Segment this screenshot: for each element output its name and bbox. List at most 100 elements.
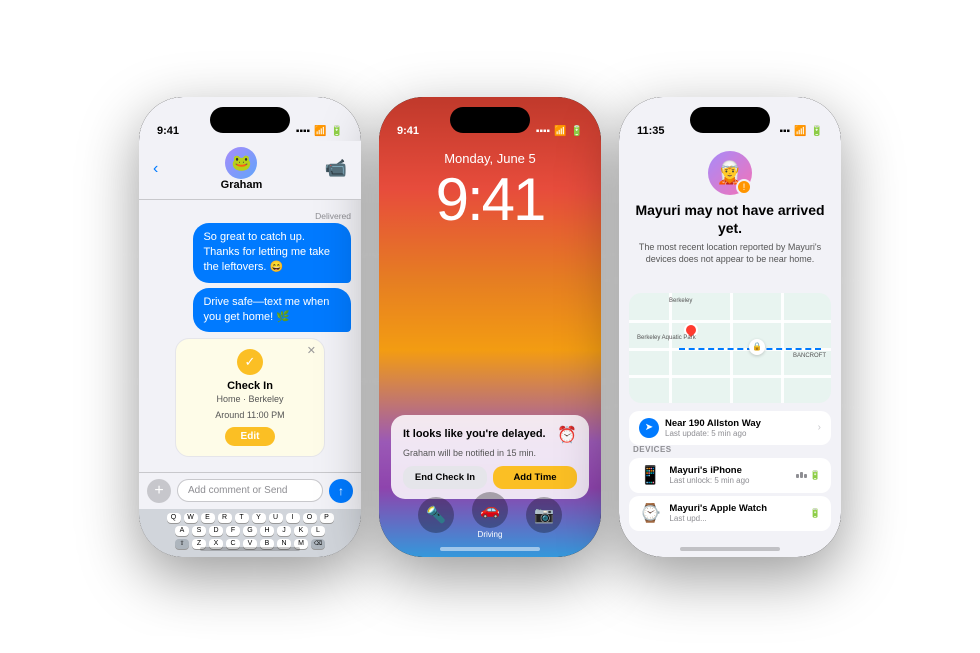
location-name: Near 190 Allston Way [665, 418, 761, 429]
video-call-button[interactable]: 📹 [325, 158, 347, 179]
status-icons: ▪▪▪▪ 📶 🔋 [296, 126, 343, 137]
chevron-right-icon: › [818, 422, 821, 433]
key-delete[interactable]: ⌫ [311, 539, 325, 549]
watch-status: 🔋 [810, 508, 821, 519]
flashlight-button[interactable]: 🔦 [418, 497, 454, 533]
map-background: 🔒 Berkeley Berkeley Aquatic Park BANCROF… [629, 293, 831, 403]
lock-position-icon: 🔒 [749, 339, 765, 355]
battery-icon-2: 🔋 [571, 126, 583, 137]
driving-icon[interactable]: 🚗 [472, 492, 508, 528]
key-e[interactable]: E [201, 513, 215, 523]
notif-actions: End Check In Add Time [403, 466, 577, 489]
iphone-name: Mayuri's iPhone [669, 465, 749, 476]
signal-icon-2: ▪▪▪▪ [536, 126, 550, 137]
dynamic-island-3 [690, 107, 770, 133]
alert-subtitle: The most recent location reported by May… [633, 241, 827, 266]
location-icon: ➤ [639, 418, 659, 438]
back-button[interactable]: ‹ [153, 160, 158, 178]
alert-badge: ! [736, 179, 752, 195]
key-shift[interactable]: ⇧ [175, 539, 189, 549]
key-a[interactable]: A [175, 526, 189, 536]
wifi-icon-3: 📶 [794, 126, 806, 137]
end-checkin-button[interactable]: End Check In [403, 466, 487, 489]
checkin-checkmark: ✓ [237, 349, 263, 375]
checkin-edit-button[interactable]: Edit [225, 427, 276, 446]
emoji-button[interactable]: ☺ [147, 552, 157, 557]
iphone-sub: Last unlock: 5 min ago [669, 476, 749, 485]
messages-screen: 9:41 ▪▪▪▪ 📶 🔋 ‹ 🐸 Graham 📹 Delivered [139, 97, 361, 557]
lock-time: 9:41 [379, 165, 601, 234]
keyboard-bottom-row: ☺ 🎙 [143, 552, 357, 557]
key-h[interactable]: H [260, 526, 274, 536]
camera-button[interactable]: 📷 [526, 497, 562, 533]
key-f[interactable]: F [226, 526, 240, 536]
dynamic-island [210, 107, 290, 133]
location-map[interactable]: 🔒 Berkeley Berkeley Aquatic Park BANCROF… [629, 293, 831, 403]
status-time-2: 9:41 [397, 125, 419, 137]
key-d[interactable]: D [209, 526, 223, 536]
key-i[interactable]: I [286, 513, 300, 523]
key-o[interactable]: O [303, 513, 317, 523]
home-indicator [200, 547, 300, 551]
add-attachment-button[interactable]: + [147, 479, 171, 503]
message-input[interactable]: Add comment or Send [177, 479, 323, 502]
key-s[interactable]: S [192, 526, 206, 536]
bar2 [800, 472, 803, 478]
key-t[interactable]: T [235, 513, 249, 523]
phone-checkin-alert: 11:35 ▪▪▪ 📶 🔋 Done 🧝 ! Mayuri may not ha… [619, 97, 841, 557]
key-y[interactable]: Y [252, 513, 266, 523]
notif-icon: ⏰ [557, 425, 577, 445]
map-label-berkeley: Berkeley [669, 298, 692, 304]
messages-list: Delivered So great to catch up. Thanks f… [139, 203, 361, 461]
iphone-icon: 📱 [639, 465, 661, 486]
sent-message-1: So great to catch up. Thanks for letting… [193, 223, 351, 283]
key-r[interactable]: R [218, 513, 232, 523]
key-w[interactable]: W [184, 513, 198, 523]
keyboard-row-1: Q W E R T Y U I O P [143, 513, 357, 523]
phone-lockscreen: 9:41 ▪▪▪▪ 📶 🔋 Monday, June 5 9:41 It loo… [379, 97, 601, 557]
location-row[interactable]: ➤ Near 190 Allston Way Last update: 5 mi… [629, 411, 831, 445]
iphone-device-row[interactable]: 📱 Mayuri's iPhone Last unlock: 5 min ago… [629, 458, 831, 493]
notif-title: It looks like you're delayed. [403, 428, 546, 440]
home-indicator-2 [440, 547, 540, 551]
mic-button[interactable]: 🎙 [343, 553, 353, 557]
watch-info: Mayuri's Apple Watch Last upd... [669, 503, 767, 523]
battery-low-icon: 🔋 [810, 470, 821, 481]
lockscreen-bottom-icons: 🔦 🚗 Driving 📷 [379, 492, 601, 539]
dynamic-island-2 [450, 107, 530, 133]
checkin-close-button[interactable]: ✕ [307, 344, 316, 357]
bar3 [804, 474, 807, 478]
key-l[interactable]: L [311, 526, 325, 536]
signal-bars [796, 472, 807, 478]
key-g[interactable]: G [243, 526, 257, 536]
watch-device-row[interactable]: ⌚ Mayuri's Apple Watch Last upd... 🔋 [629, 496, 831, 531]
key-q[interactable]: Q [167, 513, 181, 523]
send-button[interactable]: ↑ [329, 479, 353, 503]
devices-section: DEVICES 📱 Mayuri's iPhone Last unlock: 5… [629, 445, 831, 534]
driving-label: Driving [478, 530, 503, 539]
devices-label: DEVICES [629, 445, 831, 454]
watch-battery-icon: 🔋 [810, 508, 821, 519]
checkin-location: Home · Berkeley [188, 394, 312, 404]
map-label-aquatic: Berkeley Aquatic Park [637, 335, 696, 341]
add-time-button[interactable]: Add Time [493, 466, 577, 489]
battery-icon-3: 🔋 [811, 126, 823, 137]
checkin-time: Around 11:00 PM [188, 410, 312, 420]
key-k[interactable]: K [294, 526, 308, 536]
battery-icon: 🔋 [331, 126, 343, 137]
wifi-icon: 📶 [314, 126, 326, 137]
watch-icon: ⌚ [639, 503, 661, 524]
delivered-label: Delivered [149, 211, 351, 221]
status-icons-3: ▪▪▪ 📶 🔋 [779, 126, 823, 137]
keyboard-row-2: A S D F G H J K L [143, 526, 357, 536]
contact-info[interactable]: 🐸 Graham [221, 147, 263, 191]
key-j[interactable]: J [277, 526, 291, 536]
key-p[interactable]: P [320, 513, 334, 523]
alert-header: 🧝 ! Mayuri may not have arrived yet. The… [619, 141, 841, 275]
iphone-info: Mayuri's iPhone Last unlock: 5 min ago [669, 465, 749, 485]
scene: 9:41 ▪▪▪▪ 📶 🔋 ‹ 🐸 Graham 📹 Delivered [0, 0, 980, 653]
location-update: Last update: 5 min ago [665, 429, 761, 438]
status-time: 9:41 [157, 125, 179, 137]
key-u[interactable]: U [269, 513, 283, 523]
wifi-icon-2: 📶 [554, 126, 566, 137]
